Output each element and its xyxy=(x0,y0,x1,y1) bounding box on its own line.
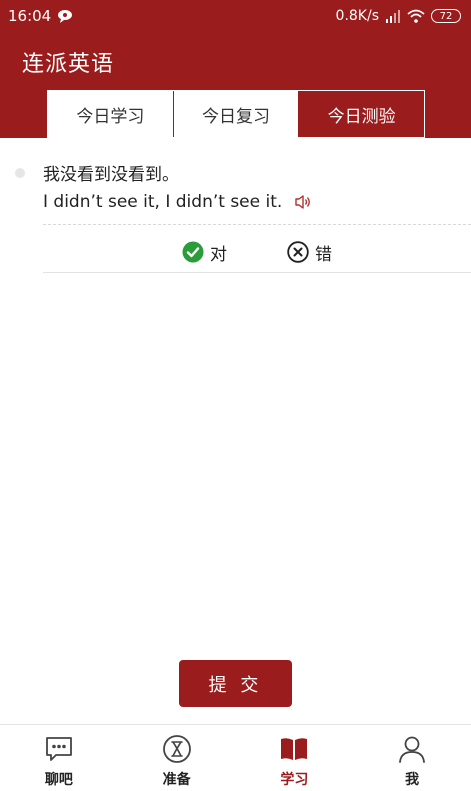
wifi-icon xyxy=(407,9,425,23)
tab-bar: 今日学习 今日复习 今日测验 xyxy=(47,90,425,138)
signal-icon xyxy=(386,10,400,23)
book-icon xyxy=(278,733,310,765)
question-english-row: I didn’t see it, I didn’t see it. xyxy=(43,192,312,212)
tab-label: 今日学习 xyxy=(76,106,145,127)
x-circle-icon xyxy=(287,241,309,263)
nav-item-study[interactable]: 学习 xyxy=(236,725,354,791)
tab-label: 今日测验 xyxy=(327,106,396,127)
card-divider xyxy=(43,272,471,273)
battery-level: 72 xyxy=(439,10,453,22)
submit-button[interactable]: 提 交 xyxy=(179,660,292,707)
tab-label: 今日复习 xyxy=(202,106,270,127)
answer-options: 对 错 xyxy=(43,232,471,272)
battery-icon: 72 xyxy=(431,9,461,23)
question-chinese: 我没看到没看到。 xyxy=(43,165,179,185)
speaker-icon[interactable] xyxy=(294,194,312,210)
nav-item-prepare[interactable]: 准备 xyxy=(118,725,236,791)
check-circle-icon xyxy=(182,241,204,263)
question-bullet xyxy=(15,168,25,178)
tab-today-study[interactable]: 今日学习 xyxy=(48,91,173,137)
nav-item-chat[interactable]: 聊吧 xyxy=(0,725,118,791)
network-speed: 0.8K/s xyxy=(335,8,379,24)
question-english: I didn’t see it, I didn’t see it. xyxy=(43,192,283,212)
nav-label-chat: 聊吧 xyxy=(44,772,73,788)
status-time: 16:04 xyxy=(8,7,52,25)
status-left: 16:04 xyxy=(8,7,73,25)
hourglass-icon xyxy=(161,733,193,765)
answer-wrong-button[interactable]: 错 xyxy=(287,240,332,265)
bottom-nav: 聊吧 准备 学习 我 xyxy=(0,724,471,791)
chat-icon xyxy=(43,733,75,765)
app-title: 连派英语 xyxy=(22,52,115,77)
answer-correct-label: 对 xyxy=(210,244,227,265)
status-right: 0.8K/s 72 xyxy=(336,8,461,24)
app-header: 连派英语 今日学习 今日复习 今日测验 xyxy=(0,32,471,138)
nav-label-me: 我 xyxy=(405,772,420,788)
tab-today-quiz[interactable]: 今日测验 xyxy=(298,91,425,137)
dashed-divider xyxy=(43,224,471,225)
profile-icon xyxy=(396,733,428,765)
nav-label-study: 学习 xyxy=(280,772,309,788)
nav-item-me[interactable]: 我 xyxy=(353,725,471,791)
answer-wrong-label: 错 xyxy=(315,244,332,265)
status-bar: 16:04 0.8K/s 72 xyxy=(0,0,471,32)
answer-correct-button[interactable]: 对 xyxy=(182,240,227,265)
tab-today-review[interactable]: 今日复习 xyxy=(172,91,299,137)
notification-icon xyxy=(58,10,73,23)
nav-label-prepare: 准备 xyxy=(162,772,191,788)
